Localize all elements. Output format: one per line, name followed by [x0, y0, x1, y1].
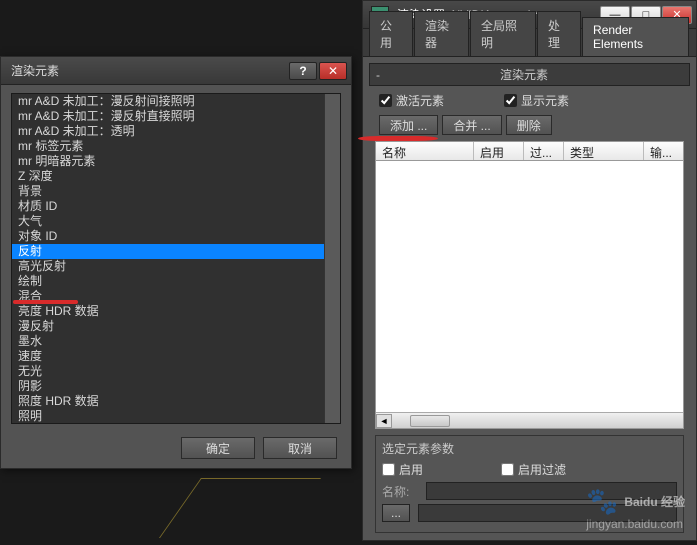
list-item[interactable]: 亮度 HDR 数据 — [12, 304, 324, 319]
dialog-titlebar[interactable]: 渲染元素 ? ✕ — [1, 57, 351, 85]
ok-button[interactable]: 确定 — [181, 437, 255, 459]
list-item[interactable]: 绘制 — [12, 274, 324, 289]
path-input[interactable] — [418, 504, 677, 522]
sel-enable-checkbox[interactable]: 启用 — [382, 461, 423, 478]
list-item[interactable]: 照明 — [12, 409, 324, 423]
list-item[interactable]: 大气 — [12, 214, 324, 229]
tab-render-elements[interactable]: Render Elements — [582, 17, 689, 56]
list-item[interactable]: mr A&D 未加工：漫反射间接照明 — [12, 94, 324, 109]
tab-渲染器[interactable]: 渲染器 — [414, 11, 469, 56]
tab-bar: 公用渲染器全局照明处理Render Elements — [363, 29, 696, 57]
list-item[interactable]: 无光 — [12, 364, 324, 379]
list-item[interactable]: 反射 — [12, 244, 324, 259]
render-elements-dialog: 渲染元素 ? ✕ mr A&D 未加工：漫反射间接照明mr A&D 未加工：漫反… — [0, 56, 352, 469]
col-filter[interactable]: 过... — [524, 142, 564, 160]
activate-checkbox-input[interactable] — [379, 94, 392, 107]
render-settings-window: 渲染设置: NVIDIA mental ray — □ ✕ 公用渲染器全局照明处… — [362, 0, 697, 541]
listbox-scrollbar[interactable] — [324, 94, 340, 423]
elements-listbox[interactable]: mr A&D 未加工：漫反射间接照明mr A&D 未加工：漫反射直接照明mr A… — [11, 93, 341, 424]
list-item[interactable]: Z 深度 — [12, 169, 324, 184]
list-item[interactable]: mr 标签元素 — [12, 139, 324, 154]
list-item[interactable]: 高光反射 — [12, 259, 324, 274]
tab-全局照明[interactable]: 全局照明 — [470, 11, 536, 56]
cancel-button[interactable]: 取消 — [263, 437, 337, 459]
group-title: 渲染元素 — [500, 66, 548, 83]
col-output[interactable]: 输... — [644, 142, 683, 160]
collapse-indicator: - — [376, 68, 380, 82]
col-name[interactable]: 名称 — [376, 142, 474, 160]
elements-table-body[interactable]: ◄ — [375, 161, 684, 429]
selected-group-title: 选定元素参数 — [382, 440, 677, 457]
list-item[interactable]: 阴影 — [12, 379, 324, 394]
help-button[interactable]: ? — [289, 62, 317, 80]
annotation-underline — [13, 300, 78, 304]
list-item[interactable]: 对象 ID — [12, 229, 324, 244]
scroll-thumb[interactable] — [410, 415, 450, 427]
name-label: 名称: — [382, 483, 418, 500]
list-item[interactable]: 材质 ID — [12, 199, 324, 214]
list-item[interactable]: 漫反射 — [12, 319, 324, 334]
list-item[interactable]: mr A&D 未加工：漫反射直接照明 — [12, 109, 324, 124]
scroll-left-arrow[interactable]: ◄ — [376, 414, 392, 428]
viewport-guide-line — [159, 478, 321, 538]
list-item[interactable]: 墨水 — [12, 334, 324, 349]
sel-filter-input[interactable] — [501, 463, 514, 476]
browse-button[interactable]: ... — [382, 504, 410, 522]
dialog-title: 渲染元素 — [5, 62, 289, 79]
merge-button[interactable]: 合并 ... — [442, 115, 501, 135]
tab-处理[interactable]: 处理 — [537, 11, 581, 56]
annotation-underline-2 — [358, 136, 438, 141]
horizontal-scrollbar[interactable]: ◄ — [376, 412, 683, 428]
tab-公用[interactable]: 公用 — [369, 11, 413, 56]
name-input[interactable] — [426, 482, 677, 500]
delete-button[interactable]: 删除 — [506, 115, 552, 135]
activate-elements-checkbox[interactable]: 激活元素 — [379, 92, 444, 109]
list-item[interactable]: mr A&D 未加工：透明 — [12, 124, 324, 139]
display-checkbox-input[interactable] — [504, 94, 517, 107]
close-button[interactable]: ✕ — [319, 62, 347, 80]
list-item[interactable]: 背景 — [12, 184, 324, 199]
display-elements-checkbox[interactable]: 显示元素 — [504, 92, 569, 109]
table-header: 名称 启用 过... 类型 输... — [375, 141, 684, 161]
col-enable[interactable]: 启用 — [474, 142, 524, 160]
list-item[interactable]: 照度 HDR 数据 — [12, 394, 324, 409]
list-item[interactable]: mr 明暗器元素 — [12, 154, 324, 169]
selected-element-group: 选定元素参数 启用 启用过滤 名称: ... — [375, 435, 684, 533]
group-header[interactable]: - 渲染元素 — [369, 63, 690, 86]
sel-enable-input[interactable] — [382, 463, 395, 476]
add-button[interactable]: 添加 ... — [379, 115, 438, 135]
list-item[interactable]: 速度 — [12, 349, 324, 364]
sel-filter-checkbox[interactable]: 启用过滤 — [501, 461, 566, 478]
col-type[interactable]: 类型 — [564, 142, 644, 160]
